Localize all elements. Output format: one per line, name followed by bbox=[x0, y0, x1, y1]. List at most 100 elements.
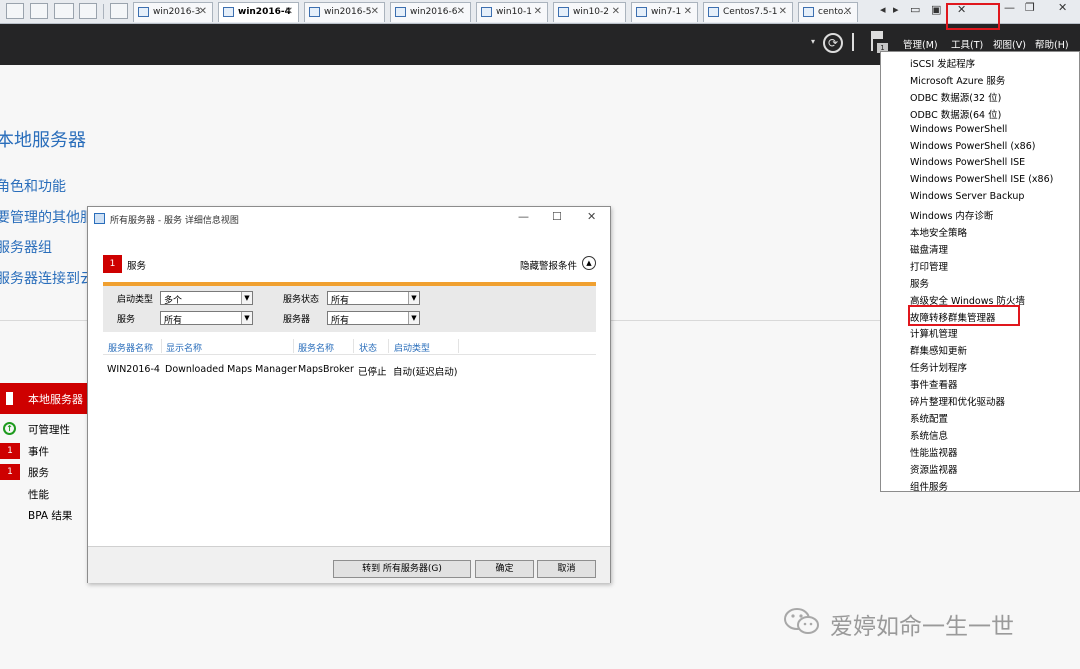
cancel-button[interactable]: 取消 bbox=[537, 560, 596, 578]
vm-icon bbox=[481, 7, 492, 17]
vm-tab[interactable]: cento... ✕ bbox=[798, 2, 858, 22]
vm-icon bbox=[636, 7, 647, 17]
tools-menu-item[interactable]: 磁盘清理 bbox=[910, 242, 948, 256]
tools-menu-item[interactable]: 组件服务 bbox=[910, 479, 948, 493]
link-server-groups[interactable]: 服务器组 bbox=[0, 237, 52, 257]
tile-row-performance[interactable]: 性能 bbox=[0, 486, 90, 502]
window-restore-icon[interactable]: ▣ bbox=[931, 3, 941, 16]
tools-menu-item[interactable]: Windows Server Backup bbox=[910, 191, 1024, 202]
vm-tab[interactable]: win7-1 ✕ bbox=[631, 2, 698, 22]
tools-menu-item[interactable]: 群集感知更新 bbox=[910, 343, 967, 357]
window-minimize-icon[interactable]: ▭ bbox=[910, 3, 920, 16]
vm-tab[interactable]: Centos7.5-1 ✕ bbox=[703, 2, 793, 22]
tools-menu-item[interactable]: ODBC 数据源(64 位) bbox=[910, 107, 1001, 121]
tools-menu-item[interactable]: 任务计划程序 bbox=[910, 360, 967, 374]
dialog-close-icon[interactable]: ✕ bbox=[587, 210, 596, 223]
tile-row-bpa[interactable]: BPA 结果 bbox=[0, 507, 90, 523]
startup-type-select[interactable]: 多个 ▼ bbox=[160, 291, 253, 306]
close-tab-icon[interactable]: ✕ bbox=[612, 6, 620, 17]
tools-menu-item[interactable]: Windows PowerShell ISE (x86) bbox=[910, 174, 1053, 185]
column-header-server-name[interactable]: 服务器名称 bbox=[108, 341, 153, 354]
menu-help[interactable]: 帮助(H) bbox=[1035, 37, 1069, 51]
tab-scroll-right-icon[interactable]: ▸ bbox=[893, 3, 899, 16]
tools-menu-item[interactable]: 系统信息 bbox=[910, 428, 948, 442]
tools-menu-item[interactable]: iSCSI 发起程序 bbox=[910, 56, 975, 70]
app-minimize-icon[interactable]: — bbox=[1004, 1, 1015, 14]
vm-tab[interactable]: win10-2 ✕ bbox=[553, 2, 626, 22]
service-select[interactable]: 所有 ▼ bbox=[160, 311, 253, 326]
section-title: 服务 bbox=[127, 261, 147, 272]
ok-button[interactable]: 确定 bbox=[475, 560, 534, 578]
back-dropdown-icon[interactable]: ▾ bbox=[811, 37, 815, 46]
close-tab-icon[interactable]: ✕ bbox=[684, 6, 692, 17]
tools-menu-item[interactable]: Windows PowerShell ISE bbox=[910, 157, 1025, 168]
library-icon[interactable] bbox=[110, 3, 128, 19]
close-tab-icon[interactable]: ✕ bbox=[199, 6, 207, 17]
close-tab-icon[interactable]: ✕ bbox=[534, 6, 542, 17]
vm-tab-label: win2016-3 bbox=[153, 7, 201, 17]
link-roles-features[interactable]: 角色和功能 bbox=[0, 176, 66, 196]
menu-tools[interactable]: 工具(T) bbox=[951, 37, 983, 51]
alert-count-badge: 1 bbox=[103, 255, 122, 273]
tools-menu-item[interactable]: 计算机管理 bbox=[910, 326, 958, 340]
tools-menu-item[interactable]: Windows PowerShell bbox=[910, 124, 1007, 135]
vm-icon bbox=[223, 7, 234, 17]
goto-all-servers-button[interactable]: 转到 所有服务器(G) bbox=[333, 560, 471, 578]
console-view-icon[interactable] bbox=[6, 3, 24, 19]
table-row[interactable]: WIN2016-4 Downloaded Maps Manager MapsBr… bbox=[103, 363, 596, 379]
app-close-icon[interactable]: ✕ bbox=[1058, 1, 1067, 14]
tile-row-events[interactable]: 1 事件 bbox=[0, 443, 90, 459]
tools-menu-item[interactable]: 资源监视器 bbox=[910, 462, 958, 476]
tools-menu-item[interactable]: Windows 内存诊断 bbox=[910, 208, 993, 222]
tools-menu-item[interactable]: 事件查看器 bbox=[910, 377, 958, 391]
tools-menu-item[interactable]: Windows PowerShell (x86) bbox=[910, 141, 1035, 152]
vm-tab[interactable]: win2016-4 ✕ bbox=[218, 2, 299, 22]
menu-view[interactable]: 视图(V) bbox=[993, 37, 1026, 51]
dialog-minimize-icon[interactable]: — bbox=[518, 210, 529, 223]
tools-menu-item[interactable]: ODBC 数据源(32 位) bbox=[910, 90, 1001, 104]
vm-tab[interactable]: win10-1 ✕ bbox=[476, 2, 548, 22]
column-header-service-name[interactable]: 服务名称 bbox=[298, 341, 334, 354]
link-connect-cloud[interactable]: 服务器连接到云 bbox=[0, 268, 94, 288]
column-divider bbox=[293, 339, 294, 353]
app-restore-icon[interactable]: ❐ bbox=[1025, 1, 1035, 14]
column-header-status[interactable]: 状态 bbox=[359, 341, 377, 354]
tab-scroll-left-icon[interactable]: ◂ bbox=[880, 3, 886, 16]
tools-menu-item[interactable]: 系统配置 bbox=[910, 411, 948, 425]
refresh-icon[interactable]: ⟳ bbox=[823, 33, 843, 53]
tile-row-manageability[interactable]: ↑ 可管理性 bbox=[0, 421, 90, 437]
tile-row-services[interactable]: 1 服务 bbox=[0, 464, 90, 480]
vm-icon bbox=[708, 7, 719, 17]
menu-manage[interactable]: 管理(M) bbox=[903, 37, 938, 51]
cell-server-name: WIN2016-4 bbox=[107, 364, 160, 375]
close-tab-icon[interactable]: ✕ bbox=[371, 6, 379, 17]
service-status-select[interactable]: 所有 ▼ bbox=[327, 291, 420, 306]
tools-menu-item[interactable]: 碎片整理和优化驱动器 bbox=[910, 394, 1005, 408]
unity-icon[interactable] bbox=[79, 3, 97, 19]
tools-menu-item[interactable]: Microsoft Azure 服务 bbox=[910, 73, 1005, 87]
close-tab-icon[interactable]: ✕ bbox=[779, 6, 787, 17]
chevron-down-icon: ▼ bbox=[241, 292, 252, 304]
fullscreen-icon[interactable] bbox=[54, 3, 74, 19]
collapse-chevron-icon[interactable]: ▲ bbox=[582, 256, 596, 270]
dialog-maximize-icon[interactable]: ☐ bbox=[552, 210, 562, 223]
tools-menu-item[interactable]: 性能监视器 bbox=[910, 445, 958, 459]
tools-menu-item[interactable]: 服务 bbox=[910, 276, 929, 290]
tools-menu-item[interactable]: 本地安全策略 bbox=[910, 225, 967, 239]
local-server-tile-header[interactable]: 本地服务器 bbox=[0, 383, 90, 414]
hide-alert-criteria-link[interactable]: 隐藏警报条件 bbox=[520, 258, 577, 272]
tools-menu-item[interactable]: 打印管理 bbox=[910, 259, 948, 273]
vm-tab[interactable]: win2016-6 ✕ bbox=[390, 2, 471, 22]
close-tab-icon[interactable]: ✕ bbox=[457, 6, 465, 17]
vm-tab[interactable]: win2016-3 ✕ bbox=[133, 2, 213, 22]
close-tab-icon[interactable]: ✕ bbox=[844, 6, 852, 17]
server-select[interactable]: 所有 ▼ bbox=[327, 311, 420, 326]
link-other-servers[interactable]: 要管理的其他服 bbox=[0, 207, 94, 227]
vm-tab-label: win2016-6 bbox=[410, 7, 458, 17]
minimize-view-icon[interactable] bbox=[30, 3, 48, 19]
close-tab-icon[interactable]: ✕ bbox=[285, 6, 293, 17]
vm-tab[interactable]: win2016-5 ✕ bbox=[304, 2, 385, 22]
column-header-startup-type[interactable]: 启动类型 bbox=[394, 341, 430, 354]
column-header-display-name[interactable]: 显示名称 bbox=[166, 341, 202, 354]
vmware-tab-bar: win2016-3 ✕ win2016-4 ✕ win2016-5 ✕ win2016-6 ✕… bbox=[0, 0, 1080, 24]
